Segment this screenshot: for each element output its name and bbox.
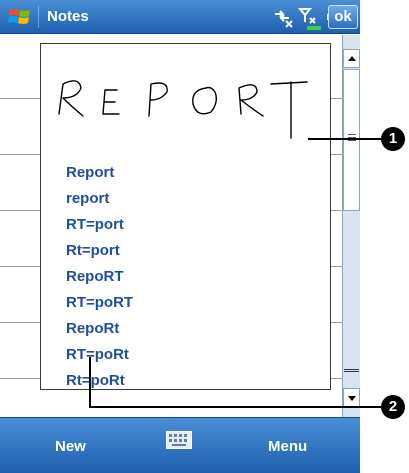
recognition-popup: Report report RT=port Rt=port RepoRT RT=… (40, 43, 331, 390)
grip-line (348, 140, 356, 141)
alternate-item[interactable]: RT=port (66, 212, 133, 238)
connectivity-icon[interactable] (272, 6, 294, 28)
command-bar: New Menu (0, 417, 360, 473)
alternates-list: Report report RT=port Rt=port RepoRT RT=… (66, 160, 133, 394)
callout-line-2-horizontal (89, 406, 382, 408)
scroll-thumb[interactable] (343, 69, 360, 211)
callout-line-2-vertical (89, 357, 91, 408)
alternate-item[interactable]: Rt=port (66, 238, 133, 264)
callout-line-1 (308, 138, 382, 140)
alternate-item[interactable]: Rt=poRt (66, 368, 133, 394)
menu-softkey[interactable]: Menu (268, 438, 307, 455)
signal-off-icon[interactable] (297, 6, 321, 30)
callout-badge-2: 2 (381, 395, 405, 419)
scroll-up-arrow-icon[interactable] (343, 49, 360, 68)
grip-line (348, 134, 356, 135)
alternate-item[interactable]: Report (66, 160, 133, 186)
alternate-item[interactable]: RT=poRT (66, 290, 133, 316)
scroll-split-handle[interactable] (344, 369, 359, 372)
vertical-scrollbar[interactable] (342, 35, 360, 417)
scroll-down-arrow-icon[interactable] (343, 388, 360, 407)
new-softkey[interactable]: New (55, 438, 86, 455)
alternate-item[interactable]: RT=poRt (66, 342, 133, 368)
app-title: Notes (38, 5, 89, 28)
alternate-item[interactable]: report (66, 186, 133, 212)
windows-start-icon[interactable] (6, 0, 36, 34)
ok-button[interactable]: ok (328, 5, 358, 29)
title-bar: Notes ok (0, 0, 360, 34)
keyboard-icon[interactable] (166, 431, 192, 449)
callout-badge-1: 1 (381, 127, 405, 151)
handwritten-ink (58, 80, 308, 139)
alternate-item[interactable]: RepoRT (66, 264, 133, 290)
alternate-item[interactable]: RepoRt (66, 316, 133, 342)
